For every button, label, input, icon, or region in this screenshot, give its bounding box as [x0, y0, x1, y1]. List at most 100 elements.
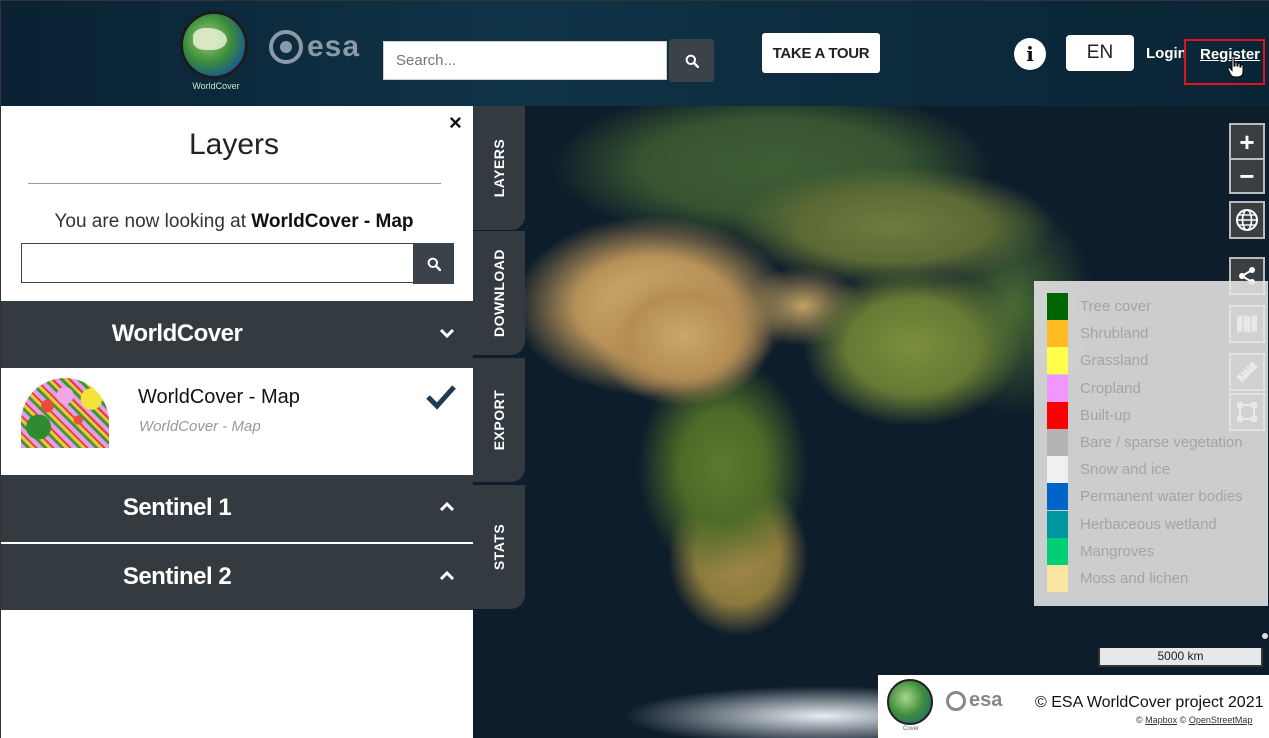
current-layer-text: You are now looking at WorldCover - Map [1, 211, 467, 233]
legend-swatch [1047, 510, 1068, 538]
legend-swatch [1047, 293, 1068, 320]
esa-logo-text: esa [307, 30, 361, 63]
legend-swatch [1047, 374, 1068, 402]
language-selector[interactable]: EN [1066, 35, 1134, 71]
search-button[interactable] [669, 39, 714, 82]
copyright-text: © ESA WorldCover project 2021 [1035, 694, 1264, 711]
attribution-logo-caption: Cover [903, 726, 920, 732]
search-input[interactable] [383, 41, 667, 80]
legend-label: Cropland [1080, 379, 1141, 397]
esa-mark-icon [269, 30, 303, 64]
checkmark-icon[interactable] [425, 384, 457, 410]
legend-swatch [1047, 565, 1068, 592]
tab-export[interactable]: EXPORT [473, 358, 525, 482]
legend-label: Permanent water bodies [1080, 488, 1243, 506]
legend-label: Moss and lichen [1080, 570, 1189, 587]
tab-label: LAYERS [491, 138, 507, 198]
esa-mark-icon [946, 690, 966, 711]
group-sentinel-2[interactable]: Sentinel 2 [1, 543, 473, 610]
legend-swatch [1047, 401, 1068, 429]
tab-download[interactable]: DOWNLOAD [473, 231, 525, 355]
legend-item: Bare / sparse vegetation [1047, 429, 1262, 456]
legend-label: Built-up [1080, 406, 1131, 424]
credit-prefix: © [1136, 715, 1146, 725]
group-name: WorldCover [111, 320, 243, 347]
layer-subtitle: WorldCover - Map [139, 418, 261, 435]
legend-swatch [1047, 537, 1068, 565]
legend-swatch [1047, 320, 1068, 348]
legend-item: Tree cover [1047, 293, 1262, 320]
register-link[interactable]: Register [1184, 39, 1265, 85]
legend-item: Shrubland [1047, 320, 1262, 348]
openstreetmap-link[interactable]: OpenStreetMap [1189, 715, 1253, 725]
legend-label: Grassland [1080, 352, 1149, 370]
globe-button[interactable] [1229, 201, 1265, 239]
divider [28, 183, 441, 184]
worldcover-logo[interactable]: WorldCover [180, 11, 250, 95]
legend-item: Moss and lichen [1047, 565, 1262, 592]
esa-logo[interactable]: esa [269, 27, 369, 67]
group-name: Sentinel 2 [122, 563, 232, 590]
tab-label: EXPORT [491, 389, 507, 451]
chevron-down-icon [439, 328, 455, 339]
legend-item: Mangroves [1047, 537, 1262, 565]
take-a-tour-button[interactable]: TAKE A TOUR [762, 33, 880, 73]
zoom-in-button[interactable]: + [1229, 123, 1265, 159]
map-credits: © Mapbox © OpenStreetMap [1136, 715, 1252, 725]
esa-logo-text: esa [969, 689, 1003, 711]
legend-swatch [1047, 483, 1068, 511]
tab-stats[interactable]: STATS [473, 485, 525, 609]
scroll-indicator [1262, 633, 1268, 639]
legend-label: Bare / sparse vegetation [1080, 434, 1243, 451]
worldcover-globe-icon [887, 679, 933, 725]
esa-logo: esa [946, 689, 1002, 712]
worldcover-globe-icon [180, 11, 248, 79]
credit-separator: © [1177, 715, 1189, 725]
search-icon [427, 257, 441, 271]
legend-item: Permanent water bodies [1047, 483, 1262, 511]
tab-layers[interactable]: LAYERS [473, 106, 525, 230]
legend-item: Cropland [1047, 374, 1262, 402]
tab-label: DOWNLOAD [491, 249, 507, 337]
minus-icon: − [1239, 161, 1255, 191]
attribution-box: Cover esa © ESA WorldCover project 2021 … [878, 675, 1269, 738]
panel-title: Layers [188, 128, 280, 161]
legend-item: Grassland [1047, 347, 1262, 375]
layer-item-worldcover-map[interactable]: WorldCover - Map WorldCover - Map [1, 368, 473, 475]
legend-item: Herbaceous wetland [1047, 510, 1262, 538]
group-sentinel-1[interactable]: Sentinel 1 [1, 475, 473, 542]
group-worldcover[interactable]: WorldCover [1, 301, 473, 368]
globe-icon [1236, 209, 1258, 231]
layers-panel: × Layers You are now looking at WorldCov… [1, 106, 473, 738]
legend-swatch [1047, 456, 1068, 484]
chevron-up-icon [439, 501, 455, 512]
legend-item: Snow and ice [1047, 456, 1262, 484]
legend-label: Herbaceous wetland [1080, 515, 1217, 533]
legend-swatch [1047, 429, 1068, 456]
zoom-out-button[interactable]: − [1229, 158, 1265, 194]
search-icon [685, 54, 699, 68]
legend-item: Built-up [1047, 401, 1262, 429]
plus-icon: + [1239, 126, 1255, 157]
layer-search-button[interactable] [413, 243, 454, 284]
tab-label: STATS [491, 523, 507, 571]
layer-search-input[interactable] [21, 243, 414, 283]
legend-label: Shrubland [1080, 325, 1149, 343]
top-header: WorldCover esa TAKE A TOUR i EN Login Re… [1, 1, 1269, 106]
chevron-up-icon [439, 570, 455, 581]
logo-caption: WorldCover [192, 81, 240, 91]
current-layer-prefix: You are now looking at [54, 211, 252, 232]
legend-label: Snow and ice [1080, 461, 1171, 479]
map-legend: Tree cover Shrubland Grassland Cropland Buil… [1034, 281, 1268, 606]
legend-label: Tree cover [1080, 298, 1152, 315]
layer-name: WorldCover - Map [138, 386, 300, 408]
login-link[interactable]: Login [1146, 45, 1187, 62]
info-icon[interactable]: i [1014, 38, 1046, 70]
legend-label: Mangroves [1080, 542, 1155, 560]
layer-thumbnail [21, 378, 109, 448]
legend-swatch [1047, 347, 1068, 375]
group-name: Sentinel 1 [122, 494, 232, 521]
mapbox-link[interactable]: Mapbox [1145, 715, 1177, 725]
hand-cursor-icon [1227, 55, 1244, 78]
current-layer-name: WorldCover - Map [251, 211, 414, 232]
